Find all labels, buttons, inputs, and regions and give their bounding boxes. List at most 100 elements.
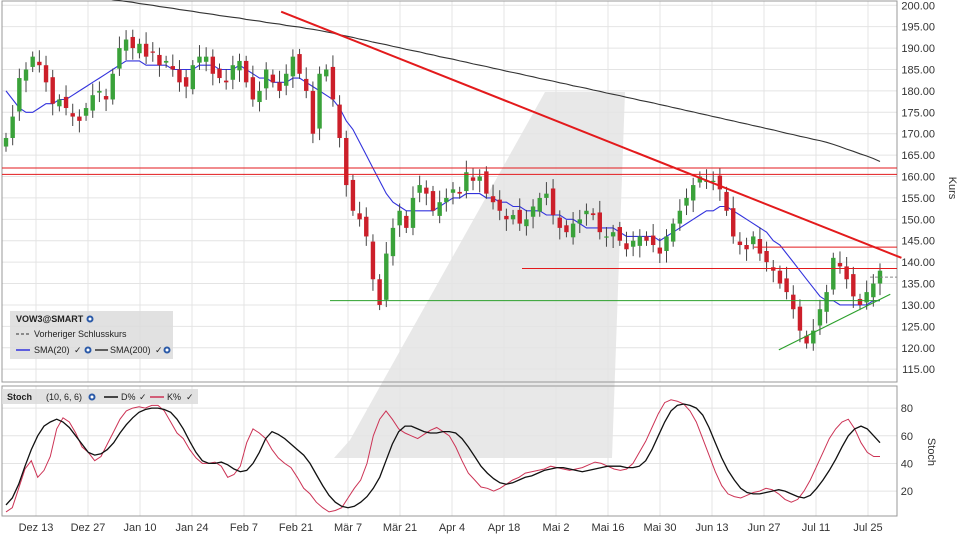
price-tick-label: 155.00	[901, 193, 935, 205]
price-tick-label: 175.00	[901, 107, 935, 119]
price-tick-label: 135.00	[901, 279, 935, 291]
candle-body	[417, 185, 422, 193]
price-tick-label: 165.00	[901, 150, 935, 162]
date-tick-label: Mai 16	[591, 522, 624, 534]
candle-body	[304, 78, 309, 91]
globe-icon[interactable]	[86, 315, 94, 323]
check-icon[interactable]: ✓	[186, 392, 194, 402]
candle-body	[390, 227, 396, 257]
candle-body	[524, 219, 529, 227]
candle-body	[370, 241, 376, 280]
watermark-logo	[334, 92, 625, 458]
candle-body	[237, 60, 242, 71]
candle-body	[250, 77, 256, 100]
date-tick-label: Feb 7	[230, 522, 258, 534]
candle-body	[510, 215, 516, 220]
candle-body	[310, 90, 316, 134]
stoch-legend: Stoch (10, 6, 6) D% ✓ K% ✓	[2, 389, 198, 404]
candle-body	[664, 236, 669, 252]
candle-body	[117, 48, 122, 69]
legend-sma20: SMA(20)	[34, 345, 70, 355]
price-tick-label: 130.00	[901, 300, 935, 312]
candle-body	[684, 197, 689, 206]
green-trendline	[778, 293, 891, 351]
candle-body	[577, 219, 582, 224]
candle-body	[857, 298, 863, 305]
legend-d: D%	[121, 392, 136, 402]
candle-body	[797, 306, 803, 331]
candle-body	[317, 73, 322, 129]
candle-body	[477, 176, 482, 181]
watermark-slash	[334, 92, 625, 458]
candle-body	[544, 193, 549, 198]
candle-body	[177, 69, 182, 83]
candle-body	[550, 188, 556, 216]
candle-body	[837, 262, 843, 267]
candle-body	[203, 56, 209, 62]
candle-body	[170, 66, 175, 70]
legend-sma200: SMA(200)	[110, 345, 151, 355]
candle-body	[657, 247, 663, 254]
candle-body	[290, 56, 296, 77]
candle-body	[764, 251, 769, 263]
stoch-tick-label: 80	[901, 403, 913, 415]
candle-body	[517, 209, 522, 224]
candle-body	[277, 82, 282, 91]
price-tick-label: 150.00	[901, 214, 935, 226]
date-tick-label: Apr 18	[488, 522, 520, 534]
legend-symbol: VOW3@SMART	[16, 314, 84, 324]
date-tick-label: Mai 2	[543, 522, 570, 534]
candle-body	[37, 61, 42, 66]
candle-body	[637, 236, 643, 246]
candle-body	[123, 39, 129, 51]
price-axis-label: Kurs	[946, 177, 958, 200]
candle-body	[751, 236, 756, 245]
candle-body	[17, 78, 22, 112]
globe-icon[interactable]	[163, 346, 171, 354]
candle-body	[330, 66, 336, 100]
sma200-line	[111, 0, 881, 163]
date-tick-label: Jun 13	[695, 522, 728, 534]
candle-body	[350, 179, 356, 211]
globe-icon[interactable]	[84, 346, 92, 354]
check-icon[interactable]: ✓	[155, 345, 163, 355]
candle-body	[404, 215, 409, 228]
candle-body	[530, 206, 536, 217]
candle-body	[871, 283, 876, 298]
stoch-tick-label: 60	[901, 431, 913, 443]
candle-body	[284, 73, 289, 86]
candle-body	[444, 197, 449, 203]
candle-body	[677, 210, 683, 224]
candle-body	[90, 95, 95, 111]
candle-body	[490, 196, 496, 203]
candle-body	[570, 223, 576, 238]
candle-body	[630, 240, 636, 247]
candle-body	[670, 223, 676, 242]
date-tick-label: Dez 13	[19, 522, 54, 534]
candle-body	[364, 216, 369, 237]
stoch-title: Stoch	[7, 392, 32, 402]
candle-body	[590, 213, 596, 216]
globe-icon[interactable]	[88, 393, 96, 401]
stoch-axis-ticks: 20 40 60 80	[901, 403, 913, 498]
candle-body	[297, 54, 302, 74]
candle-body	[344, 137, 349, 186]
check-icon[interactable]: ✓	[139, 392, 147, 402]
candle-body	[457, 191, 462, 194]
candle-body	[63, 96, 69, 109]
candle-body	[110, 73, 115, 100]
candle-body	[497, 199, 502, 211]
date-tick-label: Feb 21	[279, 522, 313, 534]
candle-body	[690, 185, 696, 201]
candle-body	[230, 65, 236, 80]
price-tick-label: 195.00	[901, 22, 935, 34]
candle-body	[617, 227, 623, 241]
candle-body	[831, 257, 836, 290]
price-tick-label: 180.00	[901, 86, 935, 98]
candle-body	[410, 197, 416, 228]
check-icon[interactable]: ✓	[74, 345, 82, 355]
candle-body	[537, 197, 542, 212]
candle-body	[83, 108, 89, 116]
candle-body	[724, 191, 729, 211]
date-tick-label: Jul 11	[802, 522, 831, 534]
